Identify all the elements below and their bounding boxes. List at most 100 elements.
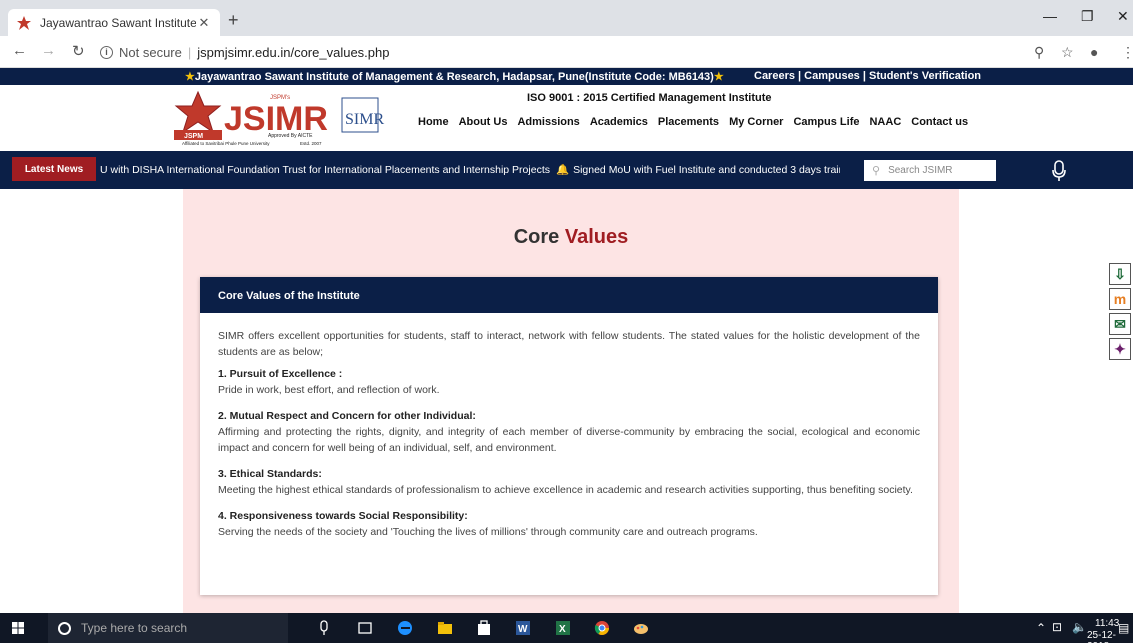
windows-taskbar: Type here to search W X ⌃ ⊡ 🔈 11:43 25-1… <box>0 613 1133 643</box>
search-placeholder: Search JSIMR <box>888 165 953 176</box>
new-tab-icon[interactable]: + <box>228 10 239 31</box>
news-item[interactable]: U with DISHA International Foundation Tr… <box>100 164 550 176</box>
news-ticker[interactable]: U with DISHA International Foundation Tr… <box>100 163 840 176</box>
page-title: Core Values <box>183 226 959 249</box>
intro-text: SIMR offers excellent opportunities for … <box>218 330 920 358</box>
taskbar-search-placeholder: Type here to search <box>81 621 188 635</box>
close-window-icon[interactable]: ✕ <box>1117 8 1129 25</box>
edge-icon[interactable] <box>397 620 413 636</box>
tab-title: Jayawantrao Sawant Institute of M <box>40 15 196 30</box>
svg-text:Affiliated to Savitribai Phule: Affiliated to Savitribai Phule Pune Univ… <box>182 141 270 146</box>
search-icon: ⚲ <box>872 165 881 177</box>
tab-close-icon[interactable]: ✕ <box>196 15 212 31</box>
nav-my-corner[interactable]: My Corner <box>729 116 783 128</box>
menu-icon[interactable]: ⋮ <box>1121 44 1133 61</box>
clock-time[interactable]: 11:43 <box>1095 618 1119 629</box>
nav-about-us[interactable]: About Us <box>459 116 508 128</box>
news-bar: Latest News U with DISHA International F… <box>0 151 1133 189</box>
value-item: 4. Responsiveness towards Social Respons… <box>218 508 920 540</box>
iso-certification: ISO 9001 : 2015 Certified Management Ins… <box>527 92 772 104</box>
microphone-icon[interactable] <box>1052 160 1066 182</box>
card-heading: Core Values of the Institute <box>200 277 938 313</box>
address-bar-row: ← → ↻ i Not secure | jspmjsimr.edu.in/co… <box>0 36 1133 68</box>
value-text: Meeting the highest ethical standards of… <box>218 484 913 496</box>
back-icon[interactable]: ← <box>12 42 27 59</box>
forward-icon[interactable]: → <box>41 42 56 59</box>
svg-text:SIMR: SIMR <box>345 111 384 128</box>
latest-news-label: Latest News <box>12 157 96 181</box>
nav-academics[interactable]: Academics <box>590 116 648 128</box>
volume-icon[interactable]: 🔈 <box>1072 620 1087 634</box>
value-text: Serving the needs of the society and 'To… <box>218 526 758 538</box>
download-icon[interactable]: ⇩ <box>1109 263 1131 285</box>
top-links[interactable]: Careers | Campuses | Student's Verificat… <box>754 70 981 82</box>
value-text: Affirming and protecting the rights, dig… <box>218 426 920 454</box>
svg-text:JSPM: JSPM <box>184 133 203 140</box>
not-secure-label: Not secure <box>119 44 182 60</box>
bell-icon: 🔔 <box>556 164 570 176</box>
tray-chevron-icon[interactable]: ⌃ <box>1036 621 1046 635</box>
jsimr-logo[interactable]: JSPM JSPM's JSIMR Approved By AICTE Affi… <box>170 90 410 148</box>
browser-tab-bar: Jayawantrao Sawant Institute of M ✕ + — … <box>0 0 1133 36</box>
nav-placements[interactable]: Placements <box>658 116 719 128</box>
site-top-strip: ★Jayawantrao Sawant Institute of Managem… <box>0 68 1133 85</box>
zoom-icon[interactable]: ⚲ <box>1034 44 1044 61</box>
svg-text:W: W <box>518 624 528 635</box>
moodle-icon[interactable]: m <box>1109 288 1131 310</box>
excel-icon[interactable]: X <box>555 620 571 636</box>
svg-text:Estd. 2007: Estd. 2007 <box>300 141 322 146</box>
taskbar-search-input[interactable]: Type here to search <box>48 613 288 643</box>
institute-banner: ★Jayawantrao Sawant Institute of Managem… <box>185 70 724 83</box>
site-favicon-icon <box>16 15 32 31</box>
svg-text:Approved By AICTE: Approved By AICTE <box>268 133 313 139</box>
value-item: 1. Pursuit of Excellence : Pride in work… <box>218 366 920 398</box>
core-values-card: Core Values of the Institute SIMR offers… <box>200 277 938 595</box>
star-icon: ★ <box>713 71 724 83</box>
network-icon[interactable]: ⊡ <box>1052 620 1062 634</box>
nav-home[interactable]: Home <box>418 116 449 128</box>
institute-name: Jayawantrao Sawant Institute of Manageme… <box>194 71 714 83</box>
main-nav: Home About Us Admissions Academics Place… <box>418 116 978 128</box>
nav-campus-life[interactable]: Campus Life <box>793 116 859 128</box>
value-item: 3. Ethical Standards: Meeting the highes… <box>218 466 920 498</box>
reload-icon[interactable]: ↻ <box>72 42 85 60</box>
notifications-icon[interactable]: ▤ <box>1118 621 1129 635</box>
star-icon: ★ <box>185 71 195 83</box>
omnibox[interactable]: i Not secure | jspmjsimr.edu.in/core_val… <box>100 39 1080 65</box>
nav-naac[interactable]: NAAC <box>869 116 901 128</box>
microphone-icon[interactable] <box>316 620 332 636</box>
site-header: JSPM JSPM's JSIMR Approved By AICTE Affi… <box>0 85 1133 151</box>
paint-icon[interactable] <box>633 620 649 636</box>
page-title-part2: Values <box>564 226 629 248</box>
news-item[interactable]: Signed MoU with Fuel Institute and condu… <box>573 164 840 176</box>
cortana-icon <box>58 621 71 635</box>
minimize-icon[interactable]: — <box>1043 8 1057 24</box>
info-icon: i <box>100 45 113 59</box>
task-view-icon[interactable] <box>357 620 373 636</box>
value-title: 1. Pursuit of Excellence : <box>218 368 343 380</box>
store-icon[interactable] <box>476 620 492 636</box>
security-indicator[interactable]: i Not secure <box>100 45 182 60</box>
restore-icon[interactable]: ❐ <box>1081 8 1094 25</box>
svg-text:X: X <box>559 624 566 635</box>
value-item: 2. Mutual Respect and Concern for other … <box>218 408 920 456</box>
value-title: 2. Mutual Respect and Concern for other … <box>218 410 476 422</box>
chrome-icon[interactable] <box>594 620 610 636</box>
card-body: SIMR offers excellent opportunities for … <box>200 313 938 540</box>
nav-admissions[interactable]: Admissions <box>517 116 579 128</box>
feedback-icon[interactable]: ✉ <box>1109 313 1131 335</box>
site-search-input[interactable]: ⚲ Search JSIMR <box>864 160 996 181</box>
file-explorer-icon[interactable] <box>437 620 453 636</box>
page-title-part1: Core <box>513 226 560 248</box>
url-text[interactable]: jspmjsimr.edu.in/core_values.php <box>197 45 389 60</box>
value-title: 4. Responsiveness towards Social Respons… <box>218 510 468 522</box>
nav-contact-us[interactable]: Contact us <box>911 116 968 128</box>
omnibox-separator: | <box>187 44 192 60</box>
browser-tab[interactable]: Jayawantrao Sawant Institute of M ✕ <box>8 9 220 36</box>
windows-start-icon[interactable] <box>12 622 24 634</box>
alumni-icon[interactable]: ✦ <box>1109 338 1131 360</box>
profile-icon[interactable]: ● <box>1090 44 1098 60</box>
value-text: Pride in work, best effort, and reflecti… <box>218 384 440 396</box>
bookmark-star-icon[interactable]: ☆ <box>1061 44 1074 61</box>
word-icon[interactable]: W <box>515 620 531 636</box>
